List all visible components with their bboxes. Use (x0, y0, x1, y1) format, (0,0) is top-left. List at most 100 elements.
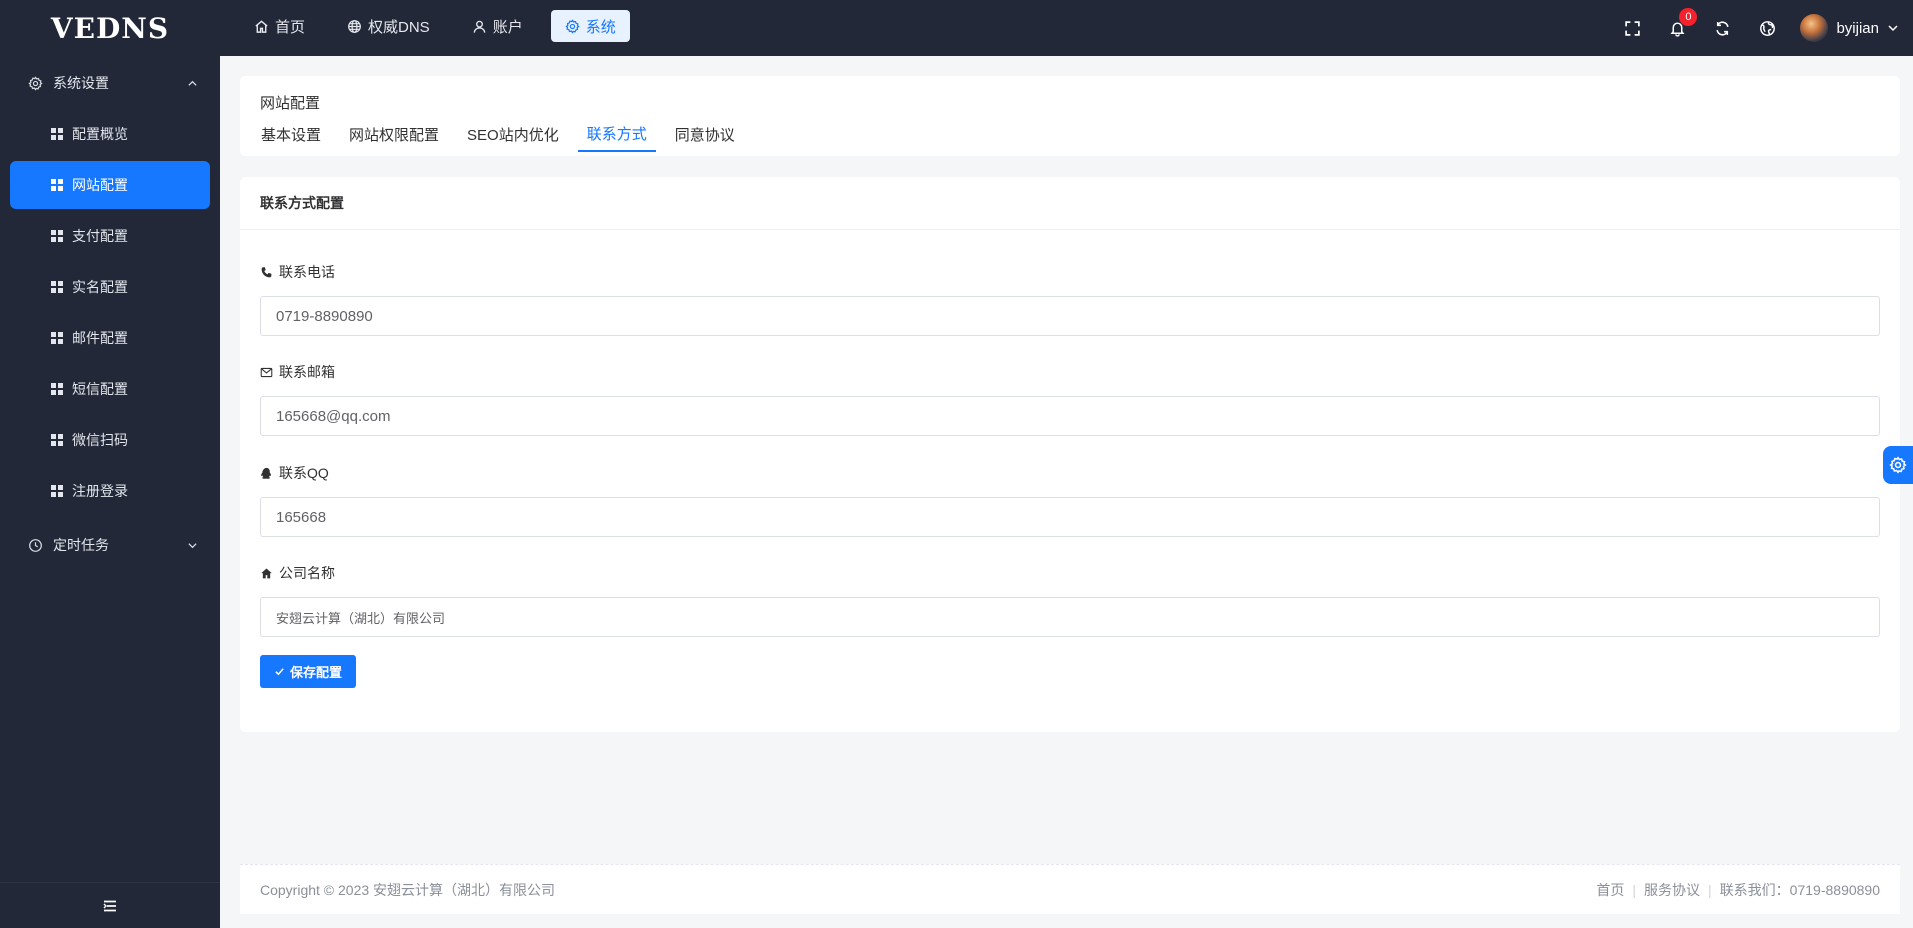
footer-contact: 联系我们：0719-8890890 (1719, 881, 1880, 898)
config-tabs: 基本设置 网站权限配置 SEO站内优化 联系方式 同意协议 (252, 116, 744, 152)
grid-icon (51, 383, 63, 395)
sidebar-item-mail-config[interactable]: 邮件配置 (10, 314, 210, 362)
qq-label-text: 联系QQ (279, 465, 329, 481)
clock-icon (29, 538, 42, 552)
tab-agreement[interactable]: 同意协议 (666, 116, 744, 152)
tab-seo[interactable]: SEO站内优化 (458, 116, 568, 152)
globe-icon (348, 19, 361, 33)
grid-icon (51, 179, 63, 191)
sidebar-item-label: 支付配置 (72, 228, 128, 244)
sidebar-group-tasks-label: 定时任务 (53, 537, 109, 553)
gear-icon (565, 18, 580, 34)
grid-icon (51, 230, 63, 242)
check-icon (275, 668, 284, 676)
qq-input[interactable] (260, 497, 1880, 537)
save-config-label: 保存配置 (289, 665, 342, 680)
topnav-system-label: 系统 (585, 18, 616, 36)
phone-label-text: 联系电话 (279, 264, 335, 280)
sidebar-item-label: 邮件配置 (72, 330, 128, 346)
footer-link-home[interactable]: 首页 (1596, 880, 1624, 900)
home-icon (255, 19, 268, 33)
topnav-dns-label: 权威DNS (368, 18, 430, 36)
tab-permissions[interactable]: 网站权限配置 (340, 116, 448, 152)
user-menu[interactable]: byijian (1790, 0, 1913, 56)
home-icon (261, 567, 272, 578)
header-actions: 0 byijian (1610, 0, 1913, 56)
sidebar-item-label: 注册登录 (72, 483, 128, 499)
top-nav: 首页 权威DNS 账户 系统 (240, 10, 630, 42)
user-icon (473, 20, 485, 33)
footer-link-terms[interactable]: 服务协议 (1644, 880, 1700, 900)
qq-icon (261, 467, 272, 479)
sidebar-item-payment-config[interactable]: 支付配置 (10, 212, 210, 260)
phone-input[interactable] (260, 296, 1880, 336)
email-input[interactable] (260, 396, 1880, 436)
menu-fold-icon (103, 900, 116, 911)
chevron-up-icon (188, 80, 197, 86)
qq-field-group: 联系QQ (260, 463, 1880, 537)
sidebar-item-site-config[interactable]: 网站配置 (10, 161, 210, 209)
sidebar-item-sms-config[interactable]: 短信配置 (10, 365, 210, 413)
company-input[interactable] (260, 597, 1880, 637)
refresh-icon (1716, 21, 1730, 35)
grid-icon (51, 485, 63, 497)
chevron-down-icon (1888, 25, 1898, 32)
page-title: 网站配置 (260, 95, 321, 112)
gear-icon (1889, 456, 1907, 474)
company-label-text: 公司名称 (279, 565, 335, 581)
mail-icon (260, 367, 273, 377)
footer-links: 首页 | 服务协议 | 联系我们：0719-8890890 (1596, 880, 1880, 900)
email-field-group: 联系邮箱 (260, 362, 1880, 436)
sidebar: 系统设置 配置概览 网站配置 支付配置 实名配置 邮件配置 短信配置 微信扫码 … (0, 56, 220, 928)
grid-icon (51, 434, 63, 446)
refresh-button[interactable] (1700, 0, 1745, 56)
topnav-account[interactable]: 账户 (458, 10, 537, 42)
phone-label: 联系电话 (260, 262, 1880, 282)
top-bar: VEDNS 首页 权威DNS 账户 系统 0 byijian (0, 0, 1913, 56)
sidebar-group-system[interactable]: 系统设置 (0, 56, 220, 110)
footer: Copyright © 2023 安翅云计算（湖北）有限公司 首页 | 服务协议… (240, 864, 1900, 914)
tab-basic-settings[interactable]: 基本设置 (252, 116, 330, 152)
fullscreen-icon (1625, 20, 1641, 36)
sidebar-group-tasks[interactable]: 定时任务 (0, 518, 220, 572)
globe-icon (1760, 20, 1776, 36)
phone-icon (261, 266, 272, 277)
gear-icon (28, 75, 43, 91)
email-label: 联系邮箱 (260, 362, 1880, 382)
topnav-dns[interactable]: 权威DNS (333, 10, 444, 42)
form-title: 联系方式配置 (240, 177, 1900, 230)
topnav-system[interactable]: 系统 (550, 10, 630, 42)
contact-config-card: 联系方式配置 联系电话 联系邮箱 联系QQ 公司名称 保存配置 (240, 177, 1900, 732)
topnav-account-label: 账户 (492, 18, 523, 36)
footer-copyright: Copyright © 2023 安翅云计算（湖北）有限公司 (260, 881, 556, 898)
sidebar-item-overview[interactable]: 配置概览 (10, 110, 210, 158)
sidebar-item-wechat-scan[interactable]: 微信扫码 (10, 416, 210, 464)
grid-icon (51, 128, 63, 140)
sidebar-collapse-button[interactable] (0, 882, 220, 928)
save-config-button[interactable]: 保存配置 (260, 655, 356, 688)
avatar (1800, 14, 1829, 42)
chevron-down-icon (188, 542, 197, 548)
footer-separator: | (1632, 881, 1637, 898)
tab-contact[interactable]: 联系方式 (577, 116, 656, 152)
sidebar-item-label: 微信扫码 (72, 432, 128, 448)
phone-field-group: 联系电话 (260, 262, 1880, 336)
sidebar-item-label: 网站配置 (72, 177, 128, 193)
sidebar-item-label: 配置概览 (72, 126, 128, 142)
floating-settings-button[interactable] (1883, 446, 1913, 484)
page-header-card: 网站配置 基本设置 网站权限配置 SEO站内优化 联系方式 同意协议 (240, 76, 1900, 156)
topnav-home[interactable]: 首页 (240, 10, 319, 42)
app-logo[interactable]: VEDNS (0, 0, 220, 56)
qq-label: 联系QQ (260, 463, 1880, 483)
company-label: 公司名称 (260, 563, 1880, 583)
sidebar-item-realname-config[interactable]: 实名配置 (10, 263, 210, 311)
notification-badge: 0 (1679, 8, 1698, 26)
notifications-button[interactable]: 0 (1655, 0, 1700, 56)
username: byijian (1836, 19, 1879, 37)
language-button[interactable] (1745, 0, 1790, 56)
footer-separator: | (1708, 881, 1712, 898)
sidebar-item-register-login[interactable]: 注册登录 (10, 467, 210, 515)
fullscreen-button[interactable] (1610, 0, 1655, 56)
company-field-group: 公司名称 (260, 563, 1880, 637)
sidebar-item-label: 实名配置 (72, 279, 128, 295)
